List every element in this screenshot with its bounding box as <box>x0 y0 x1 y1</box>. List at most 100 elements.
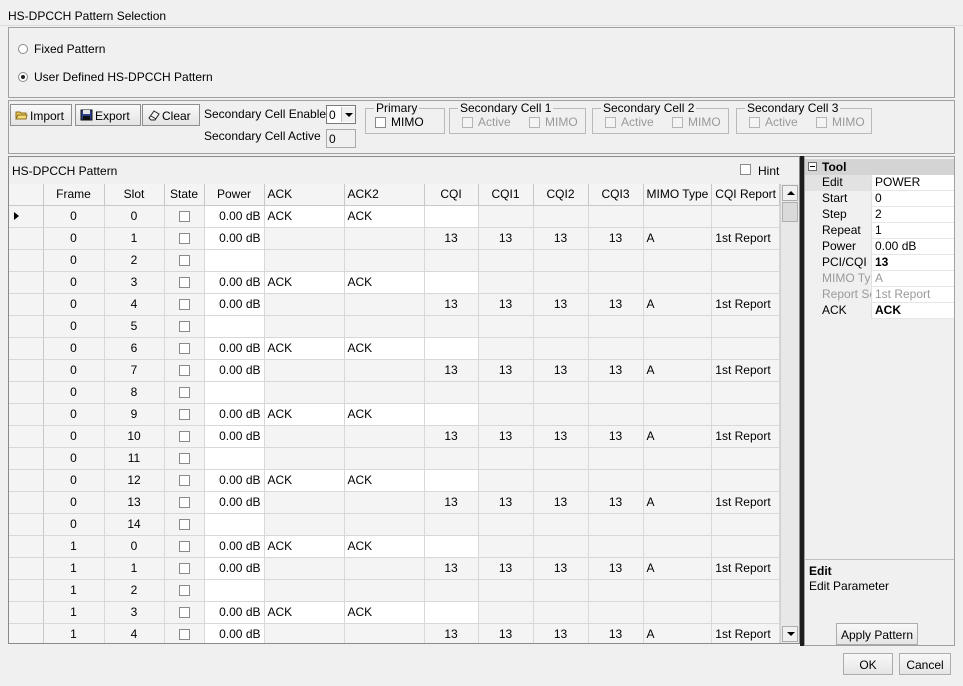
frame-cell[interactable]: 0 <box>43 425 105 448</box>
slot-cell[interactable]: 0 <box>104 205 165 228</box>
frame-cell[interactable]: 0 <box>43 205 105 228</box>
cqi1-cell[interactable] <box>478 579 534 602</box>
cqi-report-cell[interactable] <box>711 249 780 272</box>
state-checkbox[interactable] <box>178 431 190 443</box>
mimo-type-cell[interactable] <box>643 513 713 536</box>
slot-cell[interactable]: 9 <box>104 403 165 426</box>
state-cell[interactable] <box>164 227 205 250</box>
ack2-cell[interactable] <box>344 249 425 272</box>
sec-cell-enabled-select[interactable]: 0 <box>326 105 356 124</box>
cqi-report-cell[interactable]: 1st Report <box>711 293 780 316</box>
cqi3-cell[interactable] <box>588 337 644 360</box>
table-row[interactable]: 0 14 <box>9 513 780 536</box>
table-row[interactable]: 0 3 0.00 dB ACK ACK <box>9 271 780 294</box>
cqi1-cell[interactable]: 13 <box>478 557 534 580</box>
slot-cell[interactable]: 14 <box>104 513 165 536</box>
cqi-report-cell[interactable]: 1st Report <box>711 227 780 250</box>
ack-cell[interactable] <box>264 381 345 404</box>
cqi2-cell[interactable] <box>533 447 589 470</box>
frame-cell[interactable]: 1 <box>43 557 105 580</box>
mimo-type-cell[interactable] <box>643 205 713 228</box>
power-cell[interactable]: 0.00 dB <box>204 425 265 448</box>
power-cell[interactable]: 0.00 dB <box>204 535 265 558</box>
property-value[interactable]: ACK <box>871 303 954 319</box>
cqi1-cell[interactable]: 13 <box>478 293 534 316</box>
mimo-type-cell[interactable]: A <box>643 359 713 382</box>
cqi1-cell[interactable] <box>478 447 534 470</box>
power-cell[interactable]: 0.00 dB <box>204 601 265 624</box>
cqi2-cell[interactable] <box>533 535 589 558</box>
export-button[interactable]: Export <box>75 104 141 126</box>
clear-button[interactable]: Clear <box>142 104 200 126</box>
slot-cell[interactable]: 1 <box>104 227 165 250</box>
cqi-report-cell[interactable]: 1st Report <box>711 557 780 580</box>
state-checkbox[interactable] <box>178 629 190 641</box>
table-row[interactable]: 05 <box>9 315 780 338</box>
mimo-type-cell[interactable] <box>643 469 713 492</box>
cqi2-cell[interactable]: 13 <box>533 425 589 448</box>
power-cell[interactable] <box>204 447 265 470</box>
frame-cell[interactable]: 0 <box>43 513 105 536</box>
row-header[interactable] <box>9 491 44 514</box>
slot-cell[interactable]: 1 <box>104 557 165 580</box>
row-header[interactable] <box>9 469 44 492</box>
ack-cell[interactable]: ACK <box>264 535 345 558</box>
state-checkbox[interactable] <box>178 519 190 531</box>
cqi2-cell[interactable] <box>533 315 589 338</box>
frame-cell[interactable]: 1 <box>43 601 105 624</box>
cqi3-cell[interactable]: 13 <box>588 623 644 643</box>
cqi-report-cell[interactable] <box>711 469 780 492</box>
property-value[interactable]: 0 <box>871 191 954 207</box>
frame-cell[interactable]: 0 <box>43 403 105 426</box>
state-checkbox[interactable] <box>178 365 190 377</box>
ack-cell[interactable] <box>264 425 345 448</box>
cqi3-cell[interactable] <box>588 249 644 272</box>
fixed-pattern-radio[interactable] <box>18 44 28 54</box>
cqi1-cell[interactable] <box>478 337 534 360</box>
ack2-cell[interactable] <box>344 491 425 514</box>
slot-cell[interactable]: 5 <box>104 315 165 338</box>
frame-cell[interactable]: 0 <box>43 249 105 272</box>
frame-cell[interactable]: 0 <box>43 469 105 492</box>
property-value[interactable]: 13 <box>871 255 954 271</box>
cqi3-cell[interactable] <box>588 535 644 558</box>
property-value[interactable]: 2 <box>871 207 954 223</box>
ack2-cell[interactable] <box>344 359 425 382</box>
mimo-type-cell[interactable] <box>643 271 713 294</box>
ack2-cell[interactable]: ACK <box>344 601 425 624</box>
ack-cell[interactable]: ACK <box>264 205 345 228</box>
cqi-cell[interactable] <box>424 535 479 558</box>
power-cell[interactable]: 0.00 dB <box>204 557 265 580</box>
cqi1-cell[interactable]: 13 <box>478 491 534 514</box>
ack-cell[interactable] <box>264 557 345 580</box>
ack-cell[interactable] <box>264 491 345 514</box>
cqi-report-cell[interactable]: 1st Report <box>711 623 780 643</box>
state-checkbox[interactable] <box>178 321 190 333</box>
state-cell[interactable] <box>164 249 205 272</box>
power-cell[interactable]: 0.00 dB <box>204 491 265 514</box>
cqi-report-cell[interactable] <box>711 403 780 426</box>
row-header[interactable] <box>9 403 44 426</box>
column-header-cqi2[interactable]: CQI2 <box>533 184 589 206</box>
power-cell[interactable] <box>204 249 265 272</box>
cqi-report-cell[interactable] <box>711 381 780 404</box>
cqi1-cell[interactable] <box>478 205 534 228</box>
vertical-scrollbar[interactable] <box>780 184 799 643</box>
cqi2-cell[interactable] <box>533 513 589 536</box>
cqi2-cell[interactable] <box>533 469 589 492</box>
state-checkbox[interactable] <box>178 387 190 399</box>
ack-cell[interactable] <box>264 315 345 338</box>
frame-cell[interactable]: 0 <box>43 293 105 316</box>
state-checkbox[interactable] <box>178 541 190 553</box>
state-cell[interactable] <box>164 623 205 643</box>
cqi3-cell[interactable]: 13 <box>588 359 644 382</box>
ack2-cell[interactable]: ACK <box>344 469 425 492</box>
state-cell[interactable] <box>164 271 205 294</box>
cqi-report-cell[interactable] <box>711 513 780 536</box>
frame-cell[interactable]: 1 <box>43 579 105 602</box>
state-cell[interactable] <box>164 601 205 624</box>
frame-cell[interactable]: 0 <box>43 271 105 294</box>
slot-cell[interactable]: 2 <box>104 249 165 272</box>
mimo-type-cell[interactable] <box>643 579 713 602</box>
cqi1-cell[interactable] <box>478 249 534 272</box>
